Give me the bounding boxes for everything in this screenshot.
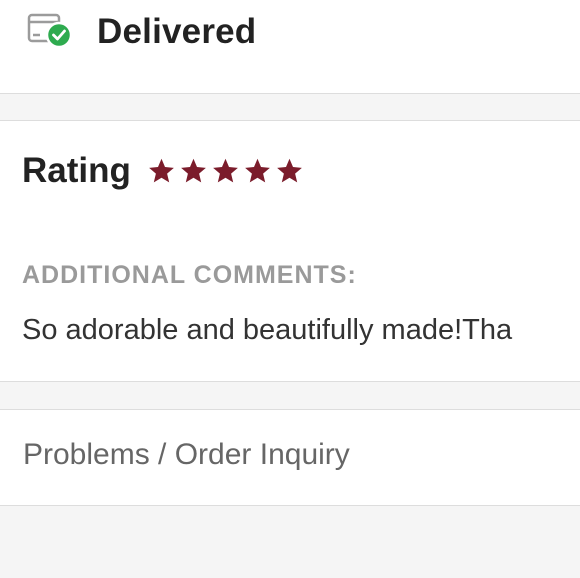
additional-comments-label: ADDITIONAL COMMENTS:	[22, 261, 357, 289]
review-section: Rating ADDITIONAL COMMENTS: So adorable …	[0, 121, 580, 381]
star-icon	[245, 158, 270, 183]
star-icon	[181, 158, 206, 183]
rating-label: Rating	[22, 151, 131, 190]
additional-comments-text: So adorable and beautifully made!Tha	[22, 314, 513, 346]
page-background	[0, 506, 580, 578]
star-icon	[213, 158, 238, 183]
star-icon	[277, 158, 302, 183]
order-inquiry-row[interactable]: Problems / Order Inquiry	[0, 410, 580, 506]
star-rating	[147, 157, 304, 185]
delivery-status-text: Delivered	[97, 12, 257, 51]
star-icon	[149, 158, 174, 183]
section-divider	[0, 381, 580, 410]
delivered-package-icon	[27, 9, 73, 49]
delivery-status-section: Delivered	[0, 0, 580, 93]
order-inquiry-label: Problems / Order Inquiry	[23, 438, 350, 471]
order-detail-page: Delivered Rating ADDITIONAL COMMENTS: So…	[0, 0, 580, 578]
section-divider	[0, 93, 580, 121]
